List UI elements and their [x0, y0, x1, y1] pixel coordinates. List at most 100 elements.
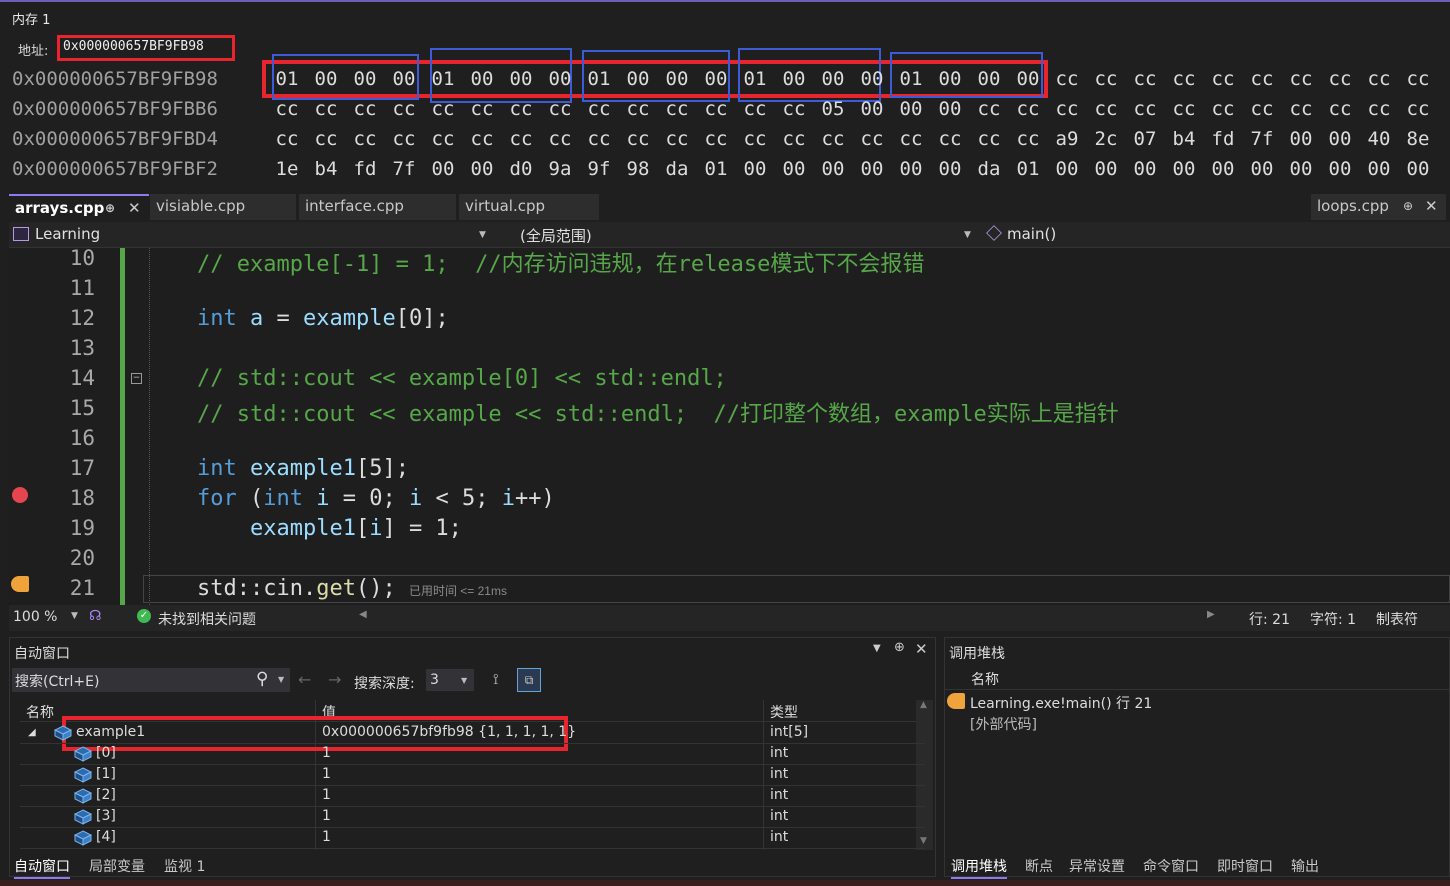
tab-autos[interactable]: 自动窗口 — [14, 856, 70, 879]
memory-byte[interactable]: cc — [350, 124, 380, 154]
memory-byte[interactable]: cc — [1091, 64, 1121, 94]
memory-byte[interactable]: cc — [1286, 94, 1316, 124]
memory-byte[interactable]: 01 — [701, 154, 731, 184]
memory-byte[interactable]: cc — [1325, 94, 1355, 124]
scope-dropdown[interactable]: (全局范围) — [520, 225, 592, 246]
memory-byte[interactable]: fd — [350, 154, 380, 184]
breakpoint-icon[interactable] — [12, 487, 28, 503]
memory-byte[interactable]: d0 — [506, 154, 536, 184]
memory-byte[interactable]: 01 — [1013, 154, 1043, 184]
memory-byte[interactable]: cc — [545, 124, 575, 154]
chevron-down-icon[interactable]: ▼ — [964, 230, 971, 240]
memory-byte[interactable]: 9f — [584, 154, 614, 184]
memory-byte[interactable]: cc — [896, 124, 926, 154]
memory-byte[interactable]: cc — [857, 124, 887, 154]
memory-byte[interactable]: cc — [1403, 94, 1433, 124]
memory-byte[interactable]: 00 — [1403, 154, 1433, 184]
autos-row[interactable]: [2] 1 int — [20, 786, 925, 807]
code-line[interactable]: for (int i = 0; i < 5; i++) — [197, 486, 555, 511]
code-line[interactable]: // std::cout << example[0] << std::endl; — [197, 366, 727, 391]
hex-display-icon[interactable]: ⧉ — [517, 668, 541, 692]
search-input[interactable]: 搜索(Ctrl+E) ⚲ ▼ — [12, 668, 290, 692]
memory-byte[interactable]: cc — [389, 94, 419, 124]
memory-byte[interactable]: 00 — [818, 64, 848, 94]
code-line[interactable]: // std::cout << example << std::endl; //… — [197, 396, 1119, 428]
memory-byte[interactable]: 00 — [545, 64, 575, 94]
memory-byte[interactable]: cc — [389, 124, 419, 154]
memory-byte[interactable]: cc — [662, 94, 692, 124]
chevron-down-icon[interactable]: ▼ — [461, 676, 467, 685]
memory-byte[interactable]: 9a — [545, 154, 575, 184]
tab-output[interactable]: 输出 — [1291, 856, 1319, 876]
forward-arrow-icon[interactable]: → — [328, 670, 341, 689]
memory-byte[interactable]: 00 — [1091, 154, 1121, 184]
memory-byte[interactable]: 00 — [1130, 154, 1160, 184]
memory-byte[interactable]: 00 — [467, 64, 497, 94]
code-line[interactable]: example1[i] = 1; — [197, 516, 462, 541]
memory-byte[interactable]: 00 — [1325, 154, 1355, 184]
memory-byte[interactable]: 00 — [935, 154, 965, 184]
memory-byte[interactable]: 7f — [1247, 124, 1277, 154]
memory-byte[interactable]: 00 — [1247, 154, 1277, 184]
memory-byte[interactable]: b4 — [1169, 124, 1199, 154]
tab-immediate-window[interactable]: 即时窗口 — [1217, 856, 1273, 876]
member-dropdown[interactable]: main() — [1007, 225, 1056, 243]
tab-visiable-cpp[interactable]: visiable.cpp — [150, 194, 296, 220]
expand-icon[interactable]: ◢ — [28, 727, 36, 738]
call-stack-row[interactable]: Learning.exe!main() 行 21 — [945, 691, 1450, 712]
memory-byte[interactable]: cc — [1286, 64, 1316, 94]
memory-byte[interactable]: 01 — [740, 64, 770, 94]
memory-byte[interactable]: 00 — [1052, 154, 1082, 184]
memory-byte[interactable]: cc — [272, 94, 302, 124]
memory-byte[interactable]: cc — [1130, 64, 1160, 94]
tab-mode-indicator[interactable]: 制表符 — [1376, 609, 1418, 629]
memory-byte[interactable]: 8e — [1403, 124, 1433, 154]
memory-byte[interactable]: cc — [701, 94, 731, 124]
collapse-icon[interactable]: − — [131, 373, 142, 384]
scroll-up-icon[interactable]: ▲ — [920, 700, 927, 710]
tab-command-window[interactable]: 命令窗口 — [1143, 856, 1199, 876]
memory-byte[interactable]: cc — [1247, 94, 1277, 124]
memory-byte[interactable]: cc — [740, 94, 770, 124]
autos-row[interactable]: [4] 1 int — [20, 828, 925, 849]
memory-byte[interactable]: cc — [740, 124, 770, 154]
memory-byte[interactable]: cc — [974, 94, 1004, 124]
memory-byte[interactable]: cc — [311, 124, 341, 154]
memory-byte[interactable]: 00 — [740, 154, 770, 184]
memory-byte[interactable]: b4 — [311, 154, 341, 184]
address-value[interactable]: 0x000000657BF9FB98 — [63, 39, 204, 54]
memory-byte[interactable]: cc — [935, 124, 965, 154]
memory-byte[interactable]: 00 — [1286, 154, 1316, 184]
memory-byte[interactable]: 00 — [350, 64, 380, 94]
memory-byte[interactable]: cc — [623, 124, 653, 154]
tab-arrays-cpp[interactable]: arrays.cpp ⊕ ✕ — [9, 194, 149, 220]
code-line[interactable]: int example1[5]; — [197, 456, 409, 481]
memory-byte[interactable]: cc — [1208, 94, 1238, 124]
memory-byte[interactable]: cc — [1325, 64, 1355, 94]
memory-byte[interactable]: 00 — [857, 64, 887, 94]
memory-byte[interactable]: 00 — [311, 64, 341, 94]
memory-byte[interactable]: cc — [701, 124, 731, 154]
zoom-level[interactable]: 100 % — [13, 609, 57, 625]
memory-byte[interactable]: 00 — [467, 154, 497, 184]
memory-byte[interactable]: 00 — [935, 94, 965, 124]
memory-byte[interactable]: cc — [1052, 64, 1082, 94]
issues-status[interactable]: 未找到相关问题 — [158, 609, 256, 629]
tab-breakpoints[interactable]: 断点 — [1025, 856, 1053, 876]
memory-byte[interactable]: cc — [1130, 94, 1160, 124]
tab-watch-1[interactable]: 监视 1 — [164, 856, 205, 876]
variable-value[interactable]: 0x000000657bf9fb98 {1, 1, 1, 1, 1} — [322, 724, 576, 740]
tab-call-stack[interactable]: 调用堆栈 — [951, 856, 1007, 879]
search-depth-select[interactable]: 3 ▼ — [426, 669, 474, 691]
memory-byte[interactable]: 7f — [389, 154, 419, 184]
column-type[interactable]: 类型 — [770, 702, 798, 722]
chevron-down-icon[interactable]: ▼ — [71, 611, 78, 621]
memory-byte[interactable]: 00 — [1169, 154, 1199, 184]
memory-byte[interactable]: 00 — [1364, 154, 1394, 184]
memory-byte[interactable]: 00 — [1013, 64, 1043, 94]
search-icon[interactable]: ⚲ — [256, 669, 268, 689]
memory-byte[interactable]: 00 — [1208, 154, 1238, 184]
back-arrow-icon[interactable]: ← — [298, 670, 311, 689]
memory-byte[interactable]: 00 — [857, 154, 887, 184]
memory-byte[interactable]: cc — [623, 94, 653, 124]
